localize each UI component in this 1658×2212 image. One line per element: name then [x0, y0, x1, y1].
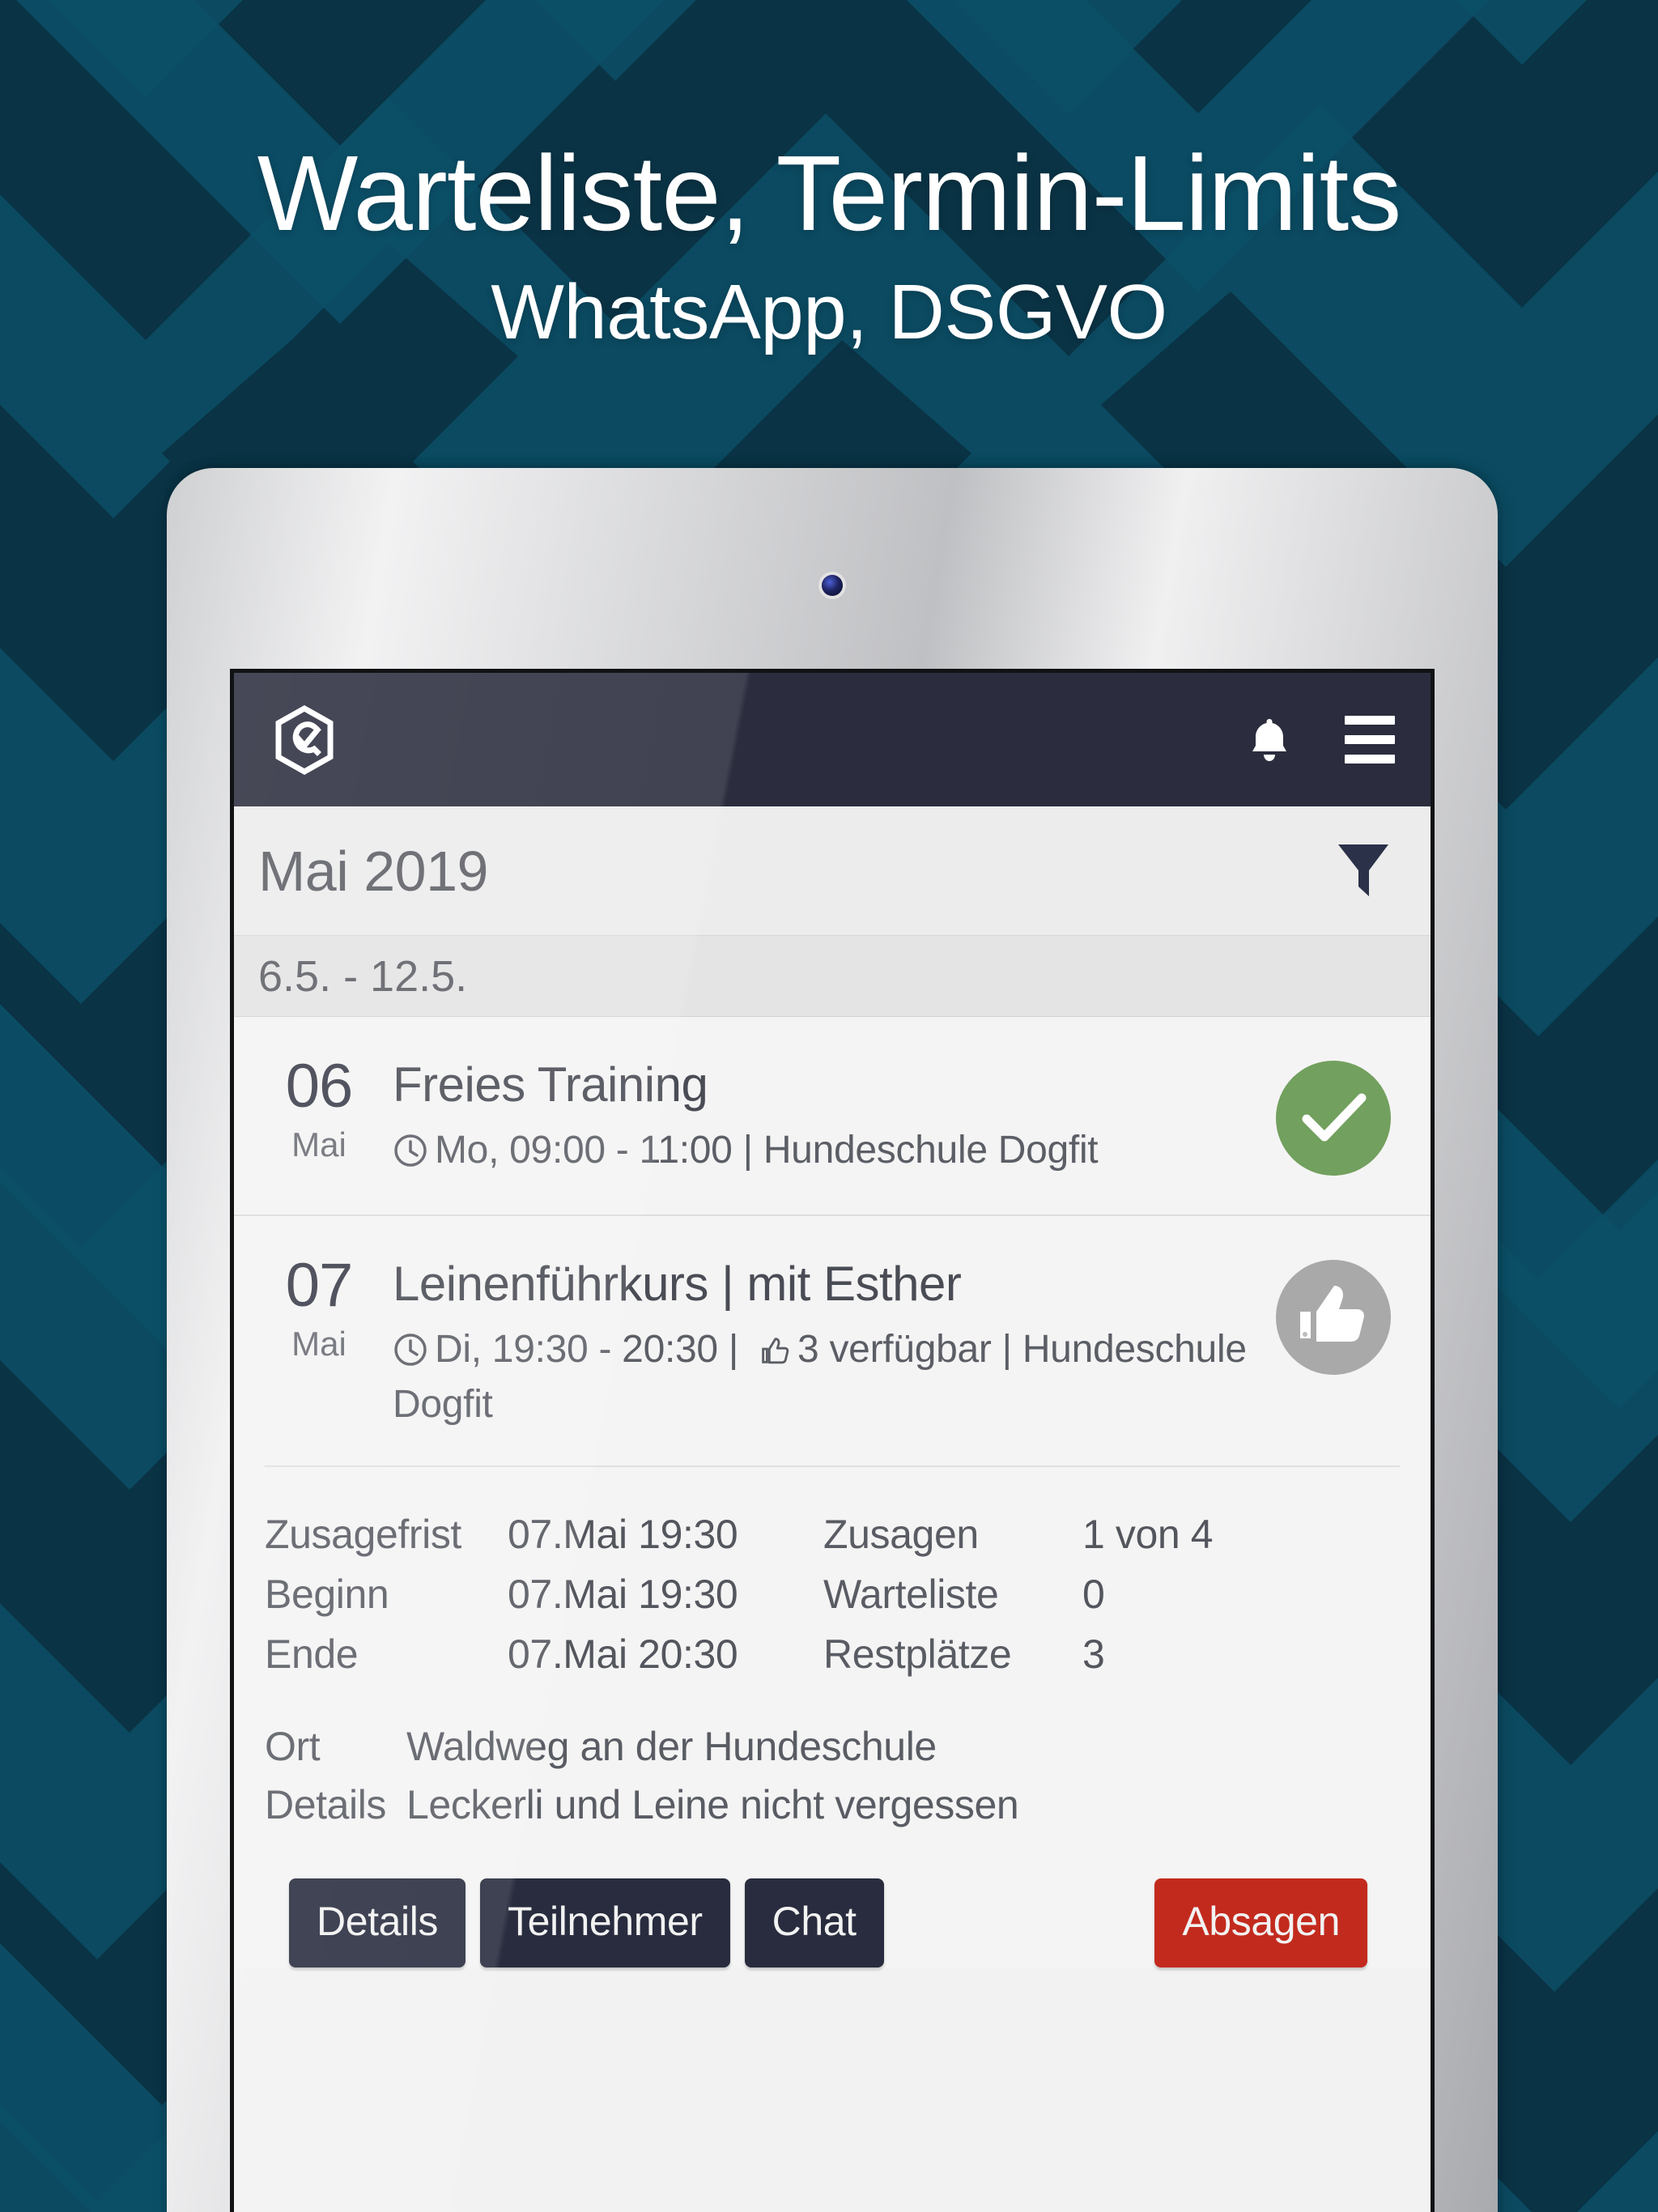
event-day-number: 07 [285, 1251, 354, 1321]
detail-label-ort: Ort [265, 1723, 321, 1769]
event-detail-panel: Zusagefrist 07.Mai 19:30 Zusagen 1 von 4… [234, 1465, 1431, 1967]
thumbs-up-icon [1300, 1286, 1364, 1342]
app-header-bar [234, 673, 1431, 806]
event-meta: Mo, 09:00 - 11:00 | Hundeschule Dogfit [393, 1125, 1261, 1180]
week-range-label: 6.5. - 12.5. [258, 951, 468, 1001]
filter-funnel-icon[interactable] [1333, 840, 1393, 903]
event-meta-availability: 3 verfügbar | [797, 1327, 1012, 1371]
app-screen: Mai 2019 6.5. - 12.5. 06 Mai Freies Trai… [230, 669, 1435, 2212]
detail-value-restplaetze: 3 [1082, 1631, 1105, 1677]
check-icon [1302, 1093, 1367, 1142]
detail-label-restplaetze: Restplätze [823, 1631, 1012, 1677]
event-date-block: 07 Mai [258, 1251, 380, 1363]
clock-icon [393, 1131, 428, 1180]
tablet-device-mockup: Mai 2019 6.5. - 12.5. 06 Mai Freies Trai… [167, 468, 1498, 2212]
event-meta: Di, 19:30 - 20:30 | 3 verfügbar | Hundes… [393, 1325, 1261, 1430]
event-date-block: 06 Mai [258, 1052, 380, 1164]
detail-info-table: Zusagefrist 07.Mai 19:30 Zusagen 1 von 4… [258, 1467, 1406, 1678]
detail-value-warteliste: 0 [1082, 1571, 1105, 1617]
event-month-label: Mai [291, 1125, 346, 1164]
event-body: Freies Training Mo, 09:00 - 11:00 | Hund… [380, 1056, 1261, 1180]
event-body: Leinenführkurs | mit Esther Di, 19:30 - … [380, 1255, 1261, 1429]
bell-icon[interactable] [1248, 716, 1291, 764]
detail-label-beginn: Beginn [265, 1571, 389, 1617]
detail-location-table: Ort Waldweg an der Hundeschule Details L… [258, 1678, 1406, 1828]
event-title: Leinenführkurs | mit Esther [393, 1257, 962, 1312]
event-status-wrap[interactable] [1261, 1056, 1406, 1176]
cancel-button[interactable]: Absagen [1154, 1878, 1367, 1967]
status-badge-available[interactable] [1276, 1260, 1391, 1376]
details-button[interactable]: Details [289, 1878, 466, 1967]
hexagon-check-logo-icon[interactable] [273, 704, 336, 775]
event-month-label: Mai [291, 1325, 346, 1363]
detail-value-zusagefrist: 07.Mai 19:30 [508, 1511, 738, 1557]
detail-label-ende: Ende [265, 1631, 359, 1677]
event-meta-time: Di, 19:30 - 20:30 | [435, 1327, 738, 1371]
participants-button[interactable]: Teilnehmer [480, 1878, 730, 1967]
chat-button[interactable]: Chat [744, 1878, 884, 1967]
detail-value-ende: 07.Mai 20:30 [508, 1631, 738, 1677]
detail-label-zusagefrist: Zusagefrist [265, 1511, 461, 1557]
event-row-2[interactable]: 07 Mai Leinenführkurs | mit Esther Di, 1… [234, 1216, 1431, 1465]
event-status-wrap[interactable] [1261, 1255, 1406, 1376]
clock-icon [393, 1330, 428, 1380]
action-button-row: Details Teilnehmer Chat Absagen [258, 1828, 1406, 1967]
detail-value-details: Leckerli und Leine nicht vergessen [406, 1781, 1019, 1827]
week-range-bar: 6.5. - 12.5. [234, 936, 1431, 1017]
hamburger-menu-icon[interactable] [1345, 716, 1395, 764]
event-title: Freies Training [393, 1057, 708, 1112]
status-badge-confirmed[interactable] [1276, 1061, 1391, 1176]
event-row-1[interactable]: 06 Mai Freies Training Mo, 09:00 - 11:00… [234, 1017, 1431, 1217]
detail-label-details: Details [265, 1781, 387, 1827]
detail-label-zusagen: Zusagen [823, 1511, 979, 1557]
event-meta-text: Mo, 09:00 - 11:00 | Hundeschule Dogfit [435, 1128, 1099, 1172]
front-camera-dot [822, 575, 843, 596]
event-day-number: 06 [285, 1052, 354, 1121]
detail-value-ort: Waldweg an der Hundeschule [406, 1723, 937, 1769]
thumbs-up-icon [757, 1330, 791, 1380]
detail-value-zusagen: 1 von 4 [1082, 1511, 1214, 1557]
detail-value-beginn: 07.Mai 19:30 [508, 1571, 738, 1617]
month-label: Mai 2019 [258, 839, 488, 903]
detail-label-warteliste: Warteliste [823, 1571, 999, 1617]
month-header-bar: Mai 2019 [234, 806, 1431, 936]
